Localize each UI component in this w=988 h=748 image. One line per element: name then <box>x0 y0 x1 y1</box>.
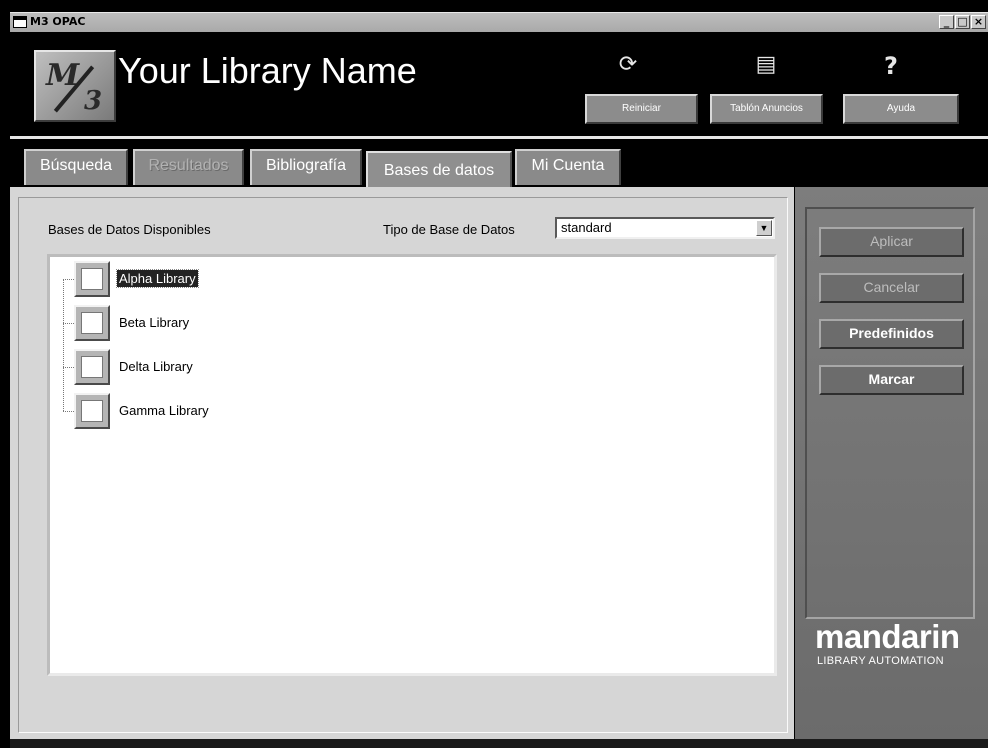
tree-item-gamma-library[interactable]: Gamma Library <box>117 402 211 419</box>
beta-library-checkbox[interactable] <box>74 305 110 341</box>
window-title: M3 OPAC <box>30 15 86 28</box>
notice-board-icon[interactable]: ▤ <box>751 52 781 77</box>
action-panel: Aplicar Cancelar Predefinidos Marcar man… <box>795 187 988 739</box>
tree-item-delta-library[interactable]: Delta Library <box>117 358 195 375</box>
help-icon[interactable]: ? <box>876 52 906 80</box>
logo-3: 3 <box>84 86 103 116</box>
marcar-button[interactable]: Marcar <box>819 365 964 395</box>
tablon-anuncios-button[interactable]: Tablón Anuncios <box>710 94 823 124</box>
mandarin-logo: mandarin LIBRARY AUTOMATION <box>815 618 960 668</box>
maximize-button[interactable]: □ <box>955 15 970 29</box>
refresh-icon[interactable]: ⟳ <box>613 52 643 77</box>
minimize-button[interactable]: _ <box>939 15 954 29</box>
available-databases-label: Bases de Datos Disponibles <box>48 222 211 237</box>
m3-logo: M 3 <box>34 50 116 122</box>
header: M 3 Your Library Name ⟳ Reiniciar ▤ Tabl… <box>10 32 988 136</box>
reiniciar-button[interactable]: Reiniciar <box>585 94 698 124</box>
title-bar: M3 OPAC _ □ × <box>10 12 988 32</box>
library-name: Your Library Name <box>118 50 417 91</box>
cancelar-button[interactable]: Cancelar <box>819 273 964 303</box>
tree-item-beta-library[interactable]: Beta Library <box>117 314 191 331</box>
tab-bar: Búsqueda Resultados Bibliografía Bases d… <box>10 139 988 189</box>
database-type-select[interactable]: standard ▼ <box>555 217 775 239</box>
tab-mi-cuenta[interactable]: Mi Cuenta <box>515 149 621 185</box>
ayuda-button[interactable]: Ayuda <box>843 94 959 124</box>
brand-tagline: LIBRARY AUTOMATION <box>817 655 944 667</box>
database-tree[interactable]: Alpha Library Beta Library Delta Library… <box>47 254 777 676</box>
alpha-library-checkbox[interactable] <box>74 261 110 297</box>
brand-name: mandarin <box>815 618 960 655</box>
delta-library-checkbox[interactable] <box>74 349 110 385</box>
app-window: M3 OPAC _ □ × M 3 Your Library Name ⟳ Re… <box>0 0 988 748</box>
close-button[interactable]: × <box>971 15 986 29</box>
database-type-label: Tipo de Base de Datos <box>383 222 515 237</box>
tree-connector <box>63 279 64 411</box>
predefinidos-button[interactable]: Predefinidos <box>819 319 964 349</box>
window-menu-icon[interactable] <box>13 16 27 28</box>
databases-panel: Bases de Datos Disponibles Tipo de Base … <box>10 187 794 739</box>
tab-bibliografia[interactable]: Bibliografía <box>250 149 362 185</box>
tab-busqueda[interactable]: Búsqueda <box>24 149 128 185</box>
gamma-library-checkbox[interactable] <box>74 393 110 429</box>
tab-resultados[interactable]: Resultados <box>133 149 244 185</box>
tree-item-alpha-library[interactable]: Alpha Library <box>116 269 199 288</box>
database-type-value: standard <box>561 220 612 235</box>
tab-bases-de-datos[interactable]: Bases de datos <box>366 151 512 189</box>
aplicar-button[interactable]: Aplicar <box>819 227 964 257</box>
chevron-down-icon[interactable]: ▼ <box>756 220 772 236</box>
